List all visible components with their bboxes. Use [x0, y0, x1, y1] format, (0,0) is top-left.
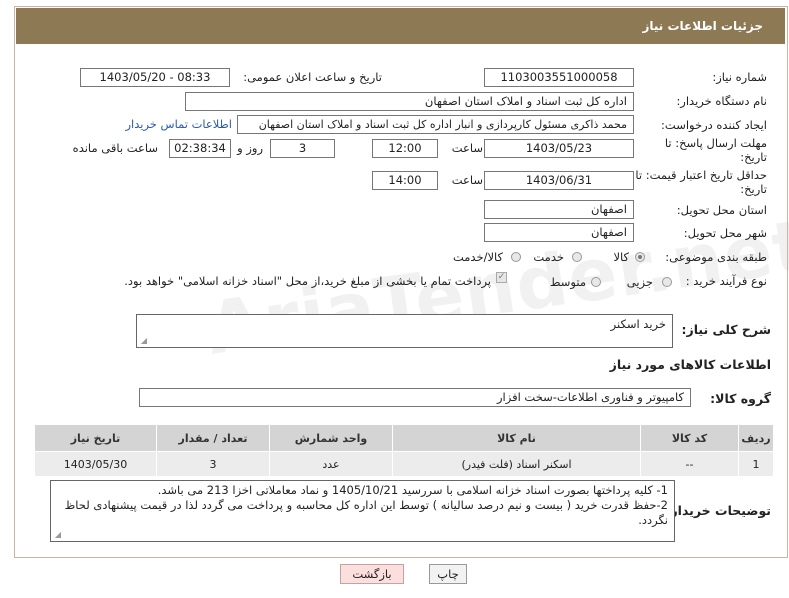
buyer-org-label: نام دستگاه خریدار:: [676, 94, 767, 108]
goods-group-field: کامپیوتر و فناوری اطلاعات-سخت افزار: [139, 388, 691, 407]
cell-qty: 3: [156, 451, 270, 477]
treasury-payment-checkbox[interactable]: ✓: [496, 272, 507, 283]
general-desc-label: شرح کلی نیاز:: [681, 322, 771, 337]
category-radio-goods[interactable]: [635, 252, 645, 262]
need-number-field: 1103003551000058: [484, 68, 634, 87]
general-desc-value: خرید اسکنر: [610, 317, 666, 331]
requester-label: ایجاد کننده درخواست:: [661, 118, 767, 132]
buyer-contact-link[interactable]: اطلاعات تماس خریدار: [125, 117, 232, 131]
process-option-minor: جزیی: [626, 275, 653, 289]
cell-name: اسکنر اسناد (فلت فیدر): [392, 451, 641, 477]
cell-unit: عدد: [269, 451, 393, 477]
goods-group-label: گروه کالا:: [710, 391, 771, 406]
category-radio-goods-service[interactable]: [511, 252, 521, 262]
goods-section-title: اطلاعات کالاهای مورد نیاز: [609, 357, 771, 372]
validity-label-date: تاریخ:: [740, 182, 767, 196]
category-label: طبقه بندی موضوعی:: [665, 250, 767, 264]
goods-table: ردیف کد کالا نام کالا واحد شمارش تعداد /…: [34, 424, 774, 477]
validity-label: حداقل تاریخ اعتبار قیمت: تا: [635, 168, 767, 182]
deadline-time-field: 12:00: [372, 139, 438, 158]
col-qty: تعداد / مقدار: [156, 424, 270, 452]
remaining-label: ساعت باقی مانده: [72, 141, 158, 155]
category-option-goods-service: کالا/خدمت: [452, 250, 503, 264]
validity-time-label: ساعت: [451, 173, 483, 187]
deadline-time-label: ساعت: [451, 141, 483, 155]
process-option-medium: متوسط: [549, 275, 586, 289]
deadline-label-date: تاریخ:: [740, 150, 767, 164]
buyer-notes-label: توضیحات خریدار:: [665, 503, 771, 518]
treasury-payment-note: پرداخت تمام یا بخشی از مبلغ خرید،از محل …: [124, 274, 491, 288]
cell-code: --: [640, 451, 739, 477]
process-label: نوع فرآیند خرید :: [685, 274, 767, 288]
city-label: شهر محل تحویل:: [683, 226, 767, 240]
validity-time-field: 14:00: [372, 171, 438, 190]
deadline-label: مهلت ارسال پاسخ: تا: [664, 136, 767, 150]
page-title: جزئیات اطلاعات نیاز: [16, 8, 785, 44]
col-row: ردیف: [738, 424, 774, 452]
deadline-date-field: 1403/05/23: [484, 139, 634, 158]
cell-date: 1403/05/30: [34, 451, 157, 477]
buyer-org-field: اداره کل ثبت اسناد و املاک استان اصفهان: [185, 92, 634, 111]
resize-grip-icon: ◢: [54, 530, 61, 539]
need-number-label: شماره نیاز:: [712, 70, 767, 84]
general-desc-textarea[interactable]: خرید اسکنر ◢: [136, 314, 673, 348]
province-field: اصفهان: [484, 200, 634, 219]
process-radio-minor[interactable]: [662, 277, 672, 287]
resize-grip-icon: ◢: [140, 336, 147, 345]
back-button[interactable]: بازگشت: [340, 564, 404, 584]
process-radio-medium[interactable]: [591, 277, 601, 287]
buyer-notes-textarea[interactable]: 1- کلیه پرداختها بصورت اسناد خزانه اسلام…: [50, 480, 675, 542]
category-option-goods: کالا: [613, 250, 629, 264]
cell-row: 1: [738, 451, 774, 477]
table-row: 1 -- اسکنر اسناد (فلت فیدر) عدد 3 1403/0…: [34, 451, 774, 477]
category-option-service: خدمت: [533, 250, 564, 264]
col-name: نام کالا: [392, 424, 641, 452]
requester-field: محمد ذاکری مسئول کارپردازی و انبار اداره…: [237, 115, 634, 134]
col-code: کد کالا: [640, 424, 739, 452]
announce-label: تاریخ و ساعت اعلان عمومی:: [243, 70, 382, 84]
remaining-time-field: 02:38:34: [169, 139, 231, 158]
days-field: 3: [270, 139, 335, 158]
table-header-row: ردیف کد کالا نام کالا واحد شمارش تعداد /…: [34, 424, 774, 452]
days-label: روز و: [237, 141, 263, 155]
print-button[interactable]: چاپ: [429, 564, 467, 584]
province-label: استان محل تحویل:: [676, 203, 767, 217]
col-date: تاریخ نیاز: [34, 424, 157, 452]
city-field: اصفهان: [484, 223, 634, 242]
validity-date-field: 1403/06/31: [484, 171, 634, 190]
category-radio-service[interactable]: [572, 252, 582, 262]
col-unit: واحد شمارش: [269, 424, 393, 452]
announce-field: 1403/05/20 - 08:33: [80, 68, 230, 87]
buyer-notes-line-2: 2-حفظ قدرت خرید ( بیست و نیم درصد سالیان…: [64, 498, 668, 527]
buyer-notes-line-1: 1- کلیه پرداختها بصورت اسناد خزانه اسلام…: [157, 483, 668, 497]
